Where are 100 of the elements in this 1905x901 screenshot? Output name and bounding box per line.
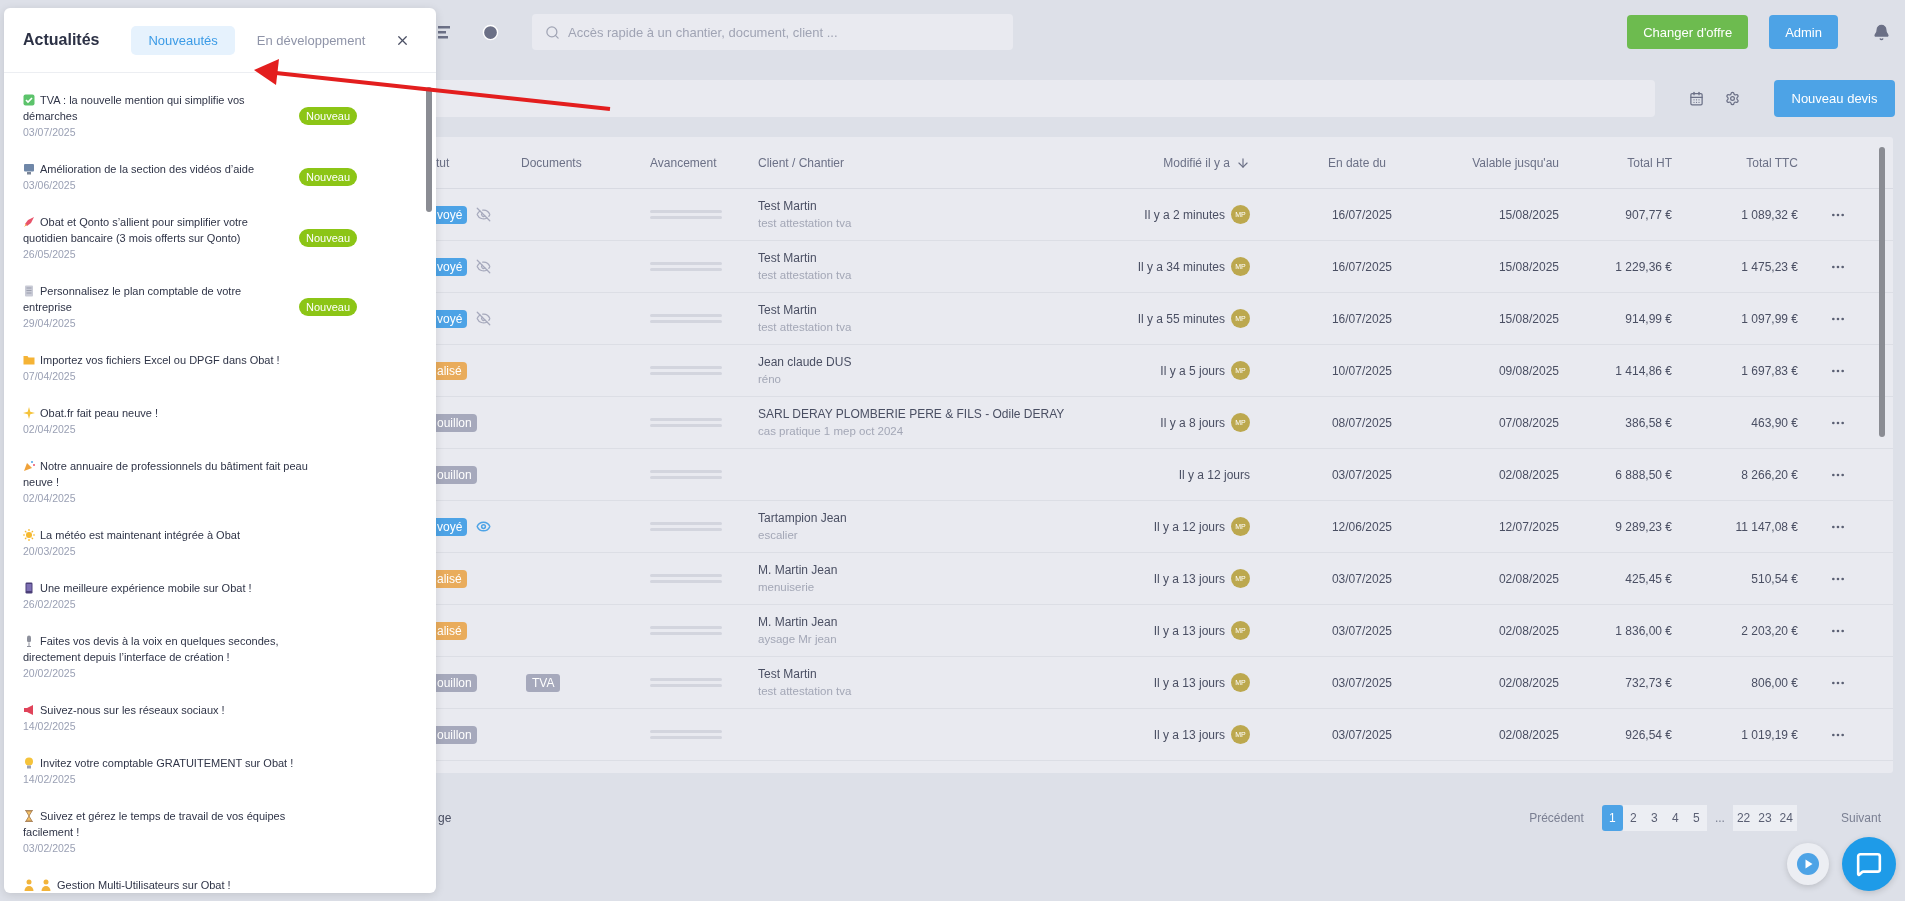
news-title[interactable]: Gestion Multi-Utilisateurs sur Obat ! xyxy=(23,877,313,893)
date-cell: 15/08/2025 xyxy=(1498,259,1559,274)
menu-icon[interactable] xyxy=(438,25,450,39)
news-title[interactable]: La météo est maintenant intégrée à Obat xyxy=(23,527,313,543)
column-header[interactable]: Documents xyxy=(521,155,582,170)
hourglass-icon xyxy=(23,810,35,822)
modified-time: Il y a 2 minutes xyxy=(1144,207,1225,222)
news-title[interactable]: Invitez votre comptable GRATUITEMENT sur Obat ! xyxy=(23,755,313,771)
lightbulb-icon xyxy=(23,757,35,769)
calendar-icon[interactable] xyxy=(1689,91,1704,106)
sun-icon xyxy=(23,529,35,541)
news-date: 03/07/2025 xyxy=(23,125,77,140)
date-cell: 16/07/2025 xyxy=(1331,207,1392,222)
rocket-icon xyxy=(23,216,35,228)
news-title[interactable]: Importez vos fichiers Excel ou DPGF dans Obat ! xyxy=(23,352,313,368)
news-title[interactable]: TVA : la nouvelle mention qui simplifie vos démarches xyxy=(23,92,291,124)
date-cell: 12/07/2025 xyxy=(1498,519,1559,534)
news-title[interactable]: Suivez-nous sur les réseaux sociaux ! xyxy=(23,702,313,718)
date-cell: 08/07/2025 xyxy=(1331,415,1392,430)
panel-title: Actualités xyxy=(23,31,100,49)
status-badge: voyé xyxy=(436,517,468,536)
amount-cell: 9 289,23 € xyxy=(1615,519,1672,534)
site-name: test attestation tva xyxy=(758,215,852,231)
amount-cell: 11 147,08 € xyxy=(1735,519,1798,534)
page-button[interactable]: 24 xyxy=(1775,805,1797,831)
site-name: réno xyxy=(758,371,783,387)
page-button[interactable]: 3 xyxy=(1643,805,1665,831)
play-icon xyxy=(1797,853,1819,875)
page-button[interactable]: 22 xyxy=(1732,805,1755,831)
news-date: 03/06/2025 xyxy=(23,178,77,193)
date-cell: 02/08/2025 xyxy=(1498,675,1559,690)
column-header[interactable]: Total TTC xyxy=(1746,155,1798,170)
footer-text: ge xyxy=(437,811,452,825)
sort-arrow-icon[interactable] xyxy=(1236,155,1250,170)
status-badge: alisé xyxy=(436,621,467,640)
status-badge: alisé xyxy=(436,361,467,380)
amount-cell: 386,58 € xyxy=(1625,415,1672,430)
phone-icon xyxy=(23,582,35,594)
client-name: Tartampion Jean xyxy=(758,509,847,527)
notification-bell-icon[interactable] xyxy=(1873,23,1890,41)
previous-link[interactable]: Précédent xyxy=(1529,811,1584,825)
client-name: Test Martin xyxy=(758,197,818,215)
modified-time: Il y a 5 jours xyxy=(1160,363,1225,378)
amount-cell: 1 475,23 € xyxy=(1741,259,1798,274)
folder-icon xyxy=(23,354,35,366)
tab[interactable]: En développement xyxy=(239,25,383,55)
date-cell: 02/08/2025 xyxy=(1498,467,1559,482)
chat-button[interactable] xyxy=(1842,837,1896,891)
date-cell: 16/07/2025 xyxy=(1331,311,1392,326)
column-header[interactable]: tut xyxy=(436,155,450,170)
page-button[interactable]: 4 xyxy=(1664,805,1686,831)
next-link[interactable]: Suivant xyxy=(1840,811,1881,825)
column-header[interactable]: En date du xyxy=(1327,155,1386,170)
date-cell: 15/08/2025 xyxy=(1498,311,1559,326)
page-button[interactable]: 23 xyxy=(1754,805,1776,831)
page-button[interactable]: 2 xyxy=(1622,805,1644,831)
modified-time: Il y a 13 jours xyxy=(1153,727,1225,742)
news-date: 26/05/2025 xyxy=(23,247,77,262)
amount-cell: 8 266,20 € xyxy=(1741,467,1798,482)
search-field[interactable]: Accès rapide à un chantier, document, client ... xyxy=(532,14,1013,50)
column-header[interactable]: Client / Chantier xyxy=(758,155,845,170)
status-badge: ouillon xyxy=(436,413,477,432)
column-header[interactable]: Avancement xyxy=(650,155,717,170)
amount-cell: 510,54 € xyxy=(1751,571,1798,586)
amount-cell: 914,99 € xyxy=(1625,311,1672,326)
news-title[interactable]: Une meilleure expérience mobile sur Obat ! xyxy=(23,580,313,596)
status-badge: voyé xyxy=(436,309,468,328)
news-title[interactable]: Obat et Qonto s’allient pour simplifier votre quotidien bancaire (3 mois offerts sur Qonto) xyxy=(23,214,291,246)
news-date: 03/02/2025 xyxy=(23,841,77,856)
column-header[interactable]: Modifié il y a xyxy=(1163,155,1230,170)
amount-cell: 463,90 € xyxy=(1751,415,1798,430)
new-badge: Nouveau xyxy=(299,298,358,316)
filter-field[interactable] xyxy=(436,80,1655,117)
news-title[interactable]: Suivez et gérez le temps de travail de vos équipes facilement ! xyxy=(23,808,313,840)
client-name: M. Martin Jean xyxy=(758,561,838,579)
site-name: menuiserie xyxy=(758,579,816,595)
document-tag: TVA xyxy=(526,673,561,692)
settings-icon[interactable] xyxy=(1725,91,1740,106)
column-header[interactable]: Total HT xyxy=(1627,155,1672,170)
status-badge: voyé xyxy=(436,205,468,224)
news-title[interactable]: Personnalisez le plan comptable de votre entreprise xyxy=(23,283,291,315)
date-cell: 03/07/2025 xyxy=(1331,623,1392,638)
document-icon xyxy=(23,285,35,297)
news-title[interactable]: Amélioration de la section des vidéos d’aide xyxy=(23,161,291,177)
person-icon xyxy=(40,879,52,891)
news-title[interactable]: Obat.fr fait peau neuve ! xyxy=(23,405,313,421)
column-header[interactable]: Valable jusqu'au xyxy=(1472,155,1559,170)
amount-cell: 926,54 € xyxy=(1625,727,1672,742)
new-badge: Nouveau xyxy=(299,168,358,186)
news-title[interactable]: Notre annuaire de professionnels du bâtiment fait peau neuve ! xyxy=(23,458,313,490)
page-button[interactable]: 5 xyxy=(1685,805,1707,831)
amount-cell: 1 019,19 € xyxy=(1741,727,1798,742)
news-date: 20/03/2025 xyxy=(23,544,77,559)
date-cell: 16/07/2025 xyxy=(1331,259,1392,274)
amount-cell: 2 203,20 € xyxy=(1741,623,1798,638)
amount-cell: 6 888,50 € xyxy=(1615,467,1672,482)
status-badge: ouillon xyxy=(436,673,477,692)
status-badge: voyé xyxy=(436,257,468,276)
news-title[interactable]: Faites vos devis à la voix en quelques secondes, directement depuis l’interface de création ! xyxy=(23,633,313,665)
news-date: 07/04/2025 xyxy=(23,369,77,384)
